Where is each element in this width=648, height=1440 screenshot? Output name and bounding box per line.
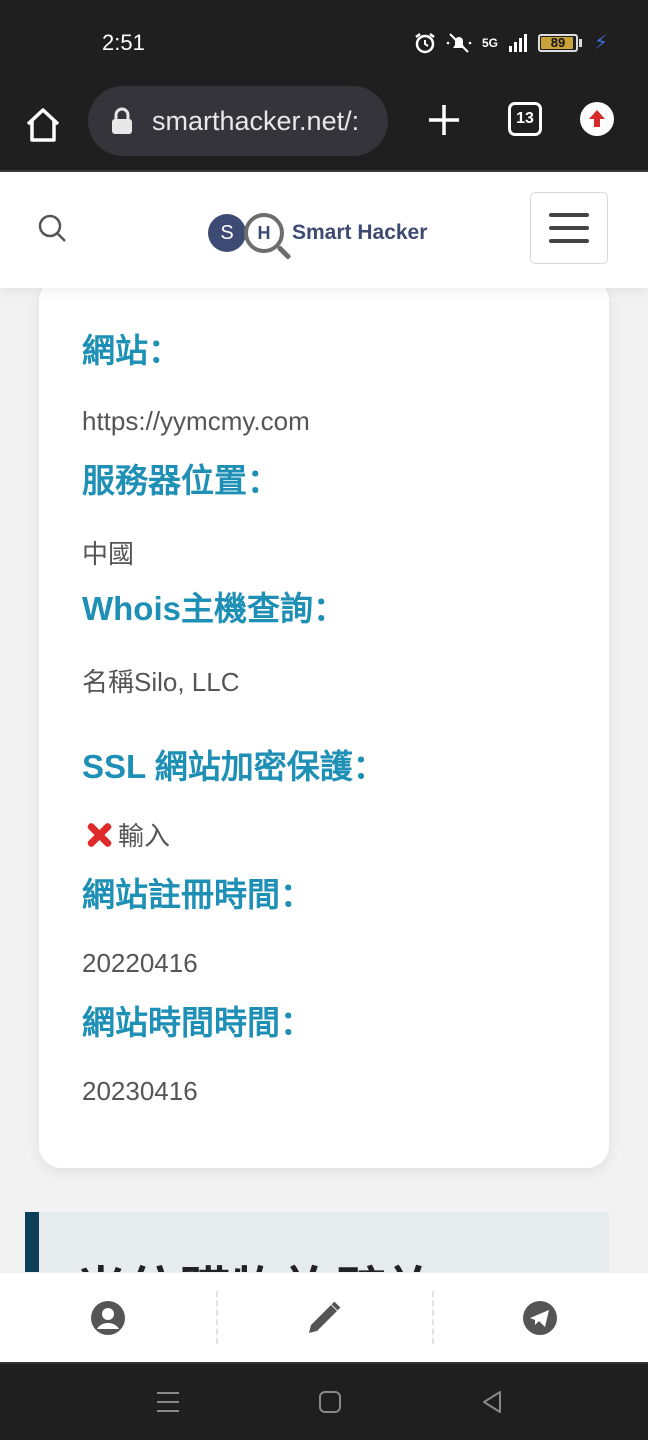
ssl-value: 輸入 bbox=[82, 816, 170, 853]
browser-toolbar: smarthacker.net/: 13 bbox=[0, 86, 648, 172]
arrow-up-icon bbox=[589, 110, 605, 127]
menu-button[interactable] bbox=[530, 192, 608, 264]
address-bar[interactable]: smarthacker.net/: bbox=[88, 86, 388, 156]
ssl-label: SSL 網站加密保護： bbox=[82, 748, 386, 785]
battery-level: 89 bbox=[550, 34, 566, 50]
telegram-icon bbox=[523, 1300, 557, 1335]
registered-date-label: 網站註冊時間： bbox=[82, 876, 313, 913]
status-bar: 2:51 5G 89 ⚡ bbox=[0, 0, 648, 86]
lock-icon bbox=[112, 107, 132, 134]
server-location-label: 服務器位置： bbox=[82, 462, 280, 499]
site-info-card: 網站： https://yymcmy.com 服務器位置： 中國 Whois主機… bbox=[39, 288, 609, 1168]
battery-icon: 89 bbox=[537, 33, 582, 52]
signal-icon bbox=[508, 33, 527, 52]
edit-button[interactable] bbox=[216, 1273, 432, 1362]
home-icon[interactable] bbox=[22, 104, 64, 146]
site-header: S H Smart Hacker bbox=[0, 172, 648, 288]
url-text: smarthacker.net/: bbox=[152, 105, 360, 136]
whois-value: 名稱Silo, LLC bbox=[82, 667, 240, 697]
expiry-date-label: 網站時間時間： bbox=[82, 1004, 313, 1041]
charging-icon: ⚡ bbox=[593, 32, 608, 54]
pencil-icon bbox=[309, 1301, 341, 1333]
site-logo[interactable]: S H Smart Hacker bbox=[208, 208, 427, 258]
telegram-button[interactable] bbox=[432, 1273, 648, 1362]
update-button[interactable] bbox=[580, 102, 614, 136]
recent-apps-icon[interactable] bbox=[154, 1388, 182, 1416]
page-content[interactable]: 網站： https://yymcmy.com 服務器位置： 中國 Whois主機… bbox=[0, 288, 648, 1272]
system-nav-bar bbox=[0, 1362, 648, 1440]
next-article-block: 光仿購物詐騙詐 bbox=[25, 1212, 609, 1272]
cross-icon bbox=[82, 818, 116, 852]
logo-s-badge: S bbox=[208, 214, 246, 252]
network-type: 5G bbox=[481, 35, 498, 50]
hamburger-icon bbox=[549, 213, 589, 217]
expiry-date-value: 20230416 bbox=[82, 1076, 198, 1106]
ssl-value-text: 輸入 bbox=[118, 821, 171, 851]
status-time: 2:51 bbox=[102, 30, 145, 55]
home-nav-icon[interactable] bbox=[316, 1388, 344, 1416]
next-article-title: 光仿購物詐騙詐 bbox=[75, 1250, 439, 1272]
mute-icon bbox=[446, 32, 472, 53]
logo-magnifier-icon: H bbox=[244, 213, 284, 253]
registered-date-value: 20220416 bbox=[82, 948, 198, 978]
status-icons: 5G 89 ⚡ bbox=[414, 30, 608, 55]
back-icon[interactable] bbox=[478, 1388, 506, 1416]
tab-switcher-button[interactable]: 13 bbox=[508, 102, 542, 136]
alarm-icon bbox=[415, 32, 435, 53]
account-button[interactable] bbox=[0, 1273, 216, 1362]
new-tab-icon[interactable] bbox=[424, 100, 464, 140]
server-location-value: 中國 bbox=[82, 539, 135, 569]
bottom-action-bar bbox=[0, 1272, 648, 1362]
website-value: https://yymcmy.com bbox=[82, 406, 310, 436]
search-icon[interactable] bbox=[36, 212, 68, 244]
website-label: 網站： bbox=[82, 332, 181, 369]
user-icon bbox=[91, 1300, 125, 1335]
logo-text: Smart Hacker bbox=[292, 221, 428, 244]
whois-label: Whois主機查詢： bbox=[82, 590, 346, 627]
